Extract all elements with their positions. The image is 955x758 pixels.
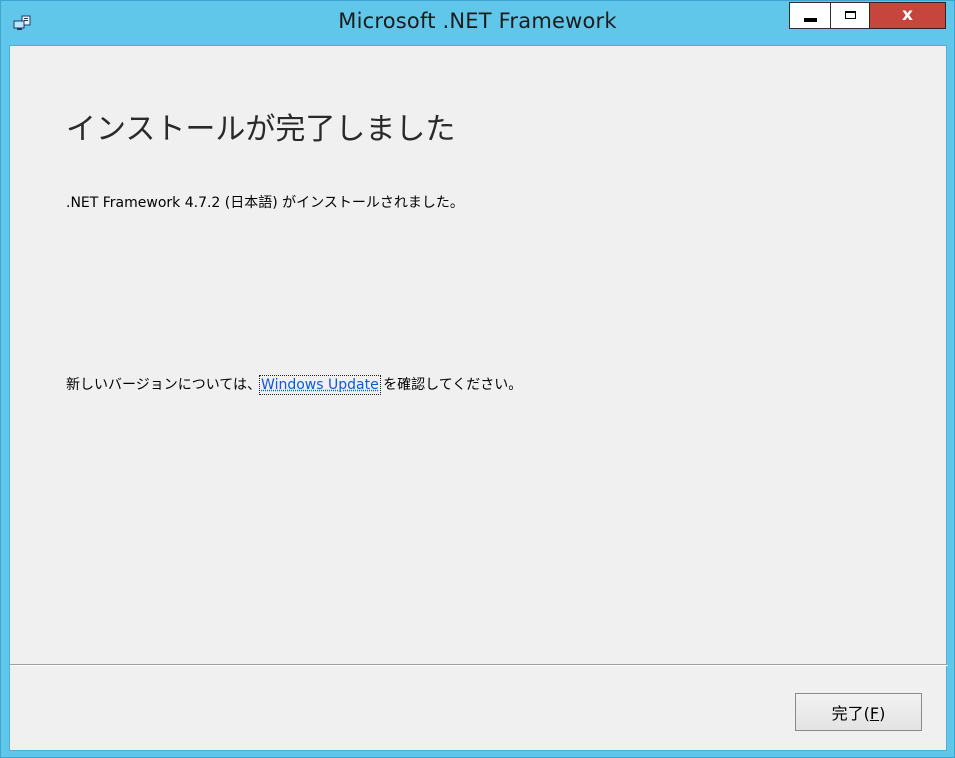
maximize-icon	[845, 11, 856, 19]
close-button[interactable]: x	[869, 2, 946, 29]
finish-button-label-suffix: )	[879, 704, 886, 723]
windows-update-link[interactable]: Windows Update	[259, 375, 381, 395]
footer-divider	[10, 664, 948, 666]
update-message-prefix: 新しいバージョンについては、	[66, 377, 262, 393]
installer-window: Microsoft .NET Framework x インストールが完了しました…	[0, 0, 955, 758]
title-bar[interactable]: Microsoft .NET Framework x	[1, 1, 954, 45]
update-message-suffix: を確認してください。	[378, 377, 523, 393]
finish-button[interactable]: 完了(F)	[795, 693, 922, 731]
finish-button-accelerator: F	[869, 704, 880, 723]
page-title: インストールが完了しました	[66, 112, 456, 147]
minimize-icon	[804, 18, 817, 22]
minimize-button[interactable]	[789, 2, 831, 29]
finish-button-label-prefix: 完了(	[831, 704, 870, 723]
close-icon: x	[902, 5, 913, 25]
maximize-button[interactable]	[830, 2, 870, 29]
installed-message: .NET Framework 4.7.2 (日本語) がインストールされました。	[66, 195, 464, 211]
dialog-body: インストールが完了しました .NET Framework 4.7.2 (日本語)…	[9, 45, 948, 751]
update-message: 新しいバージョンについては、Windows Update を確認してください。	[66, 374, 523, 395]
